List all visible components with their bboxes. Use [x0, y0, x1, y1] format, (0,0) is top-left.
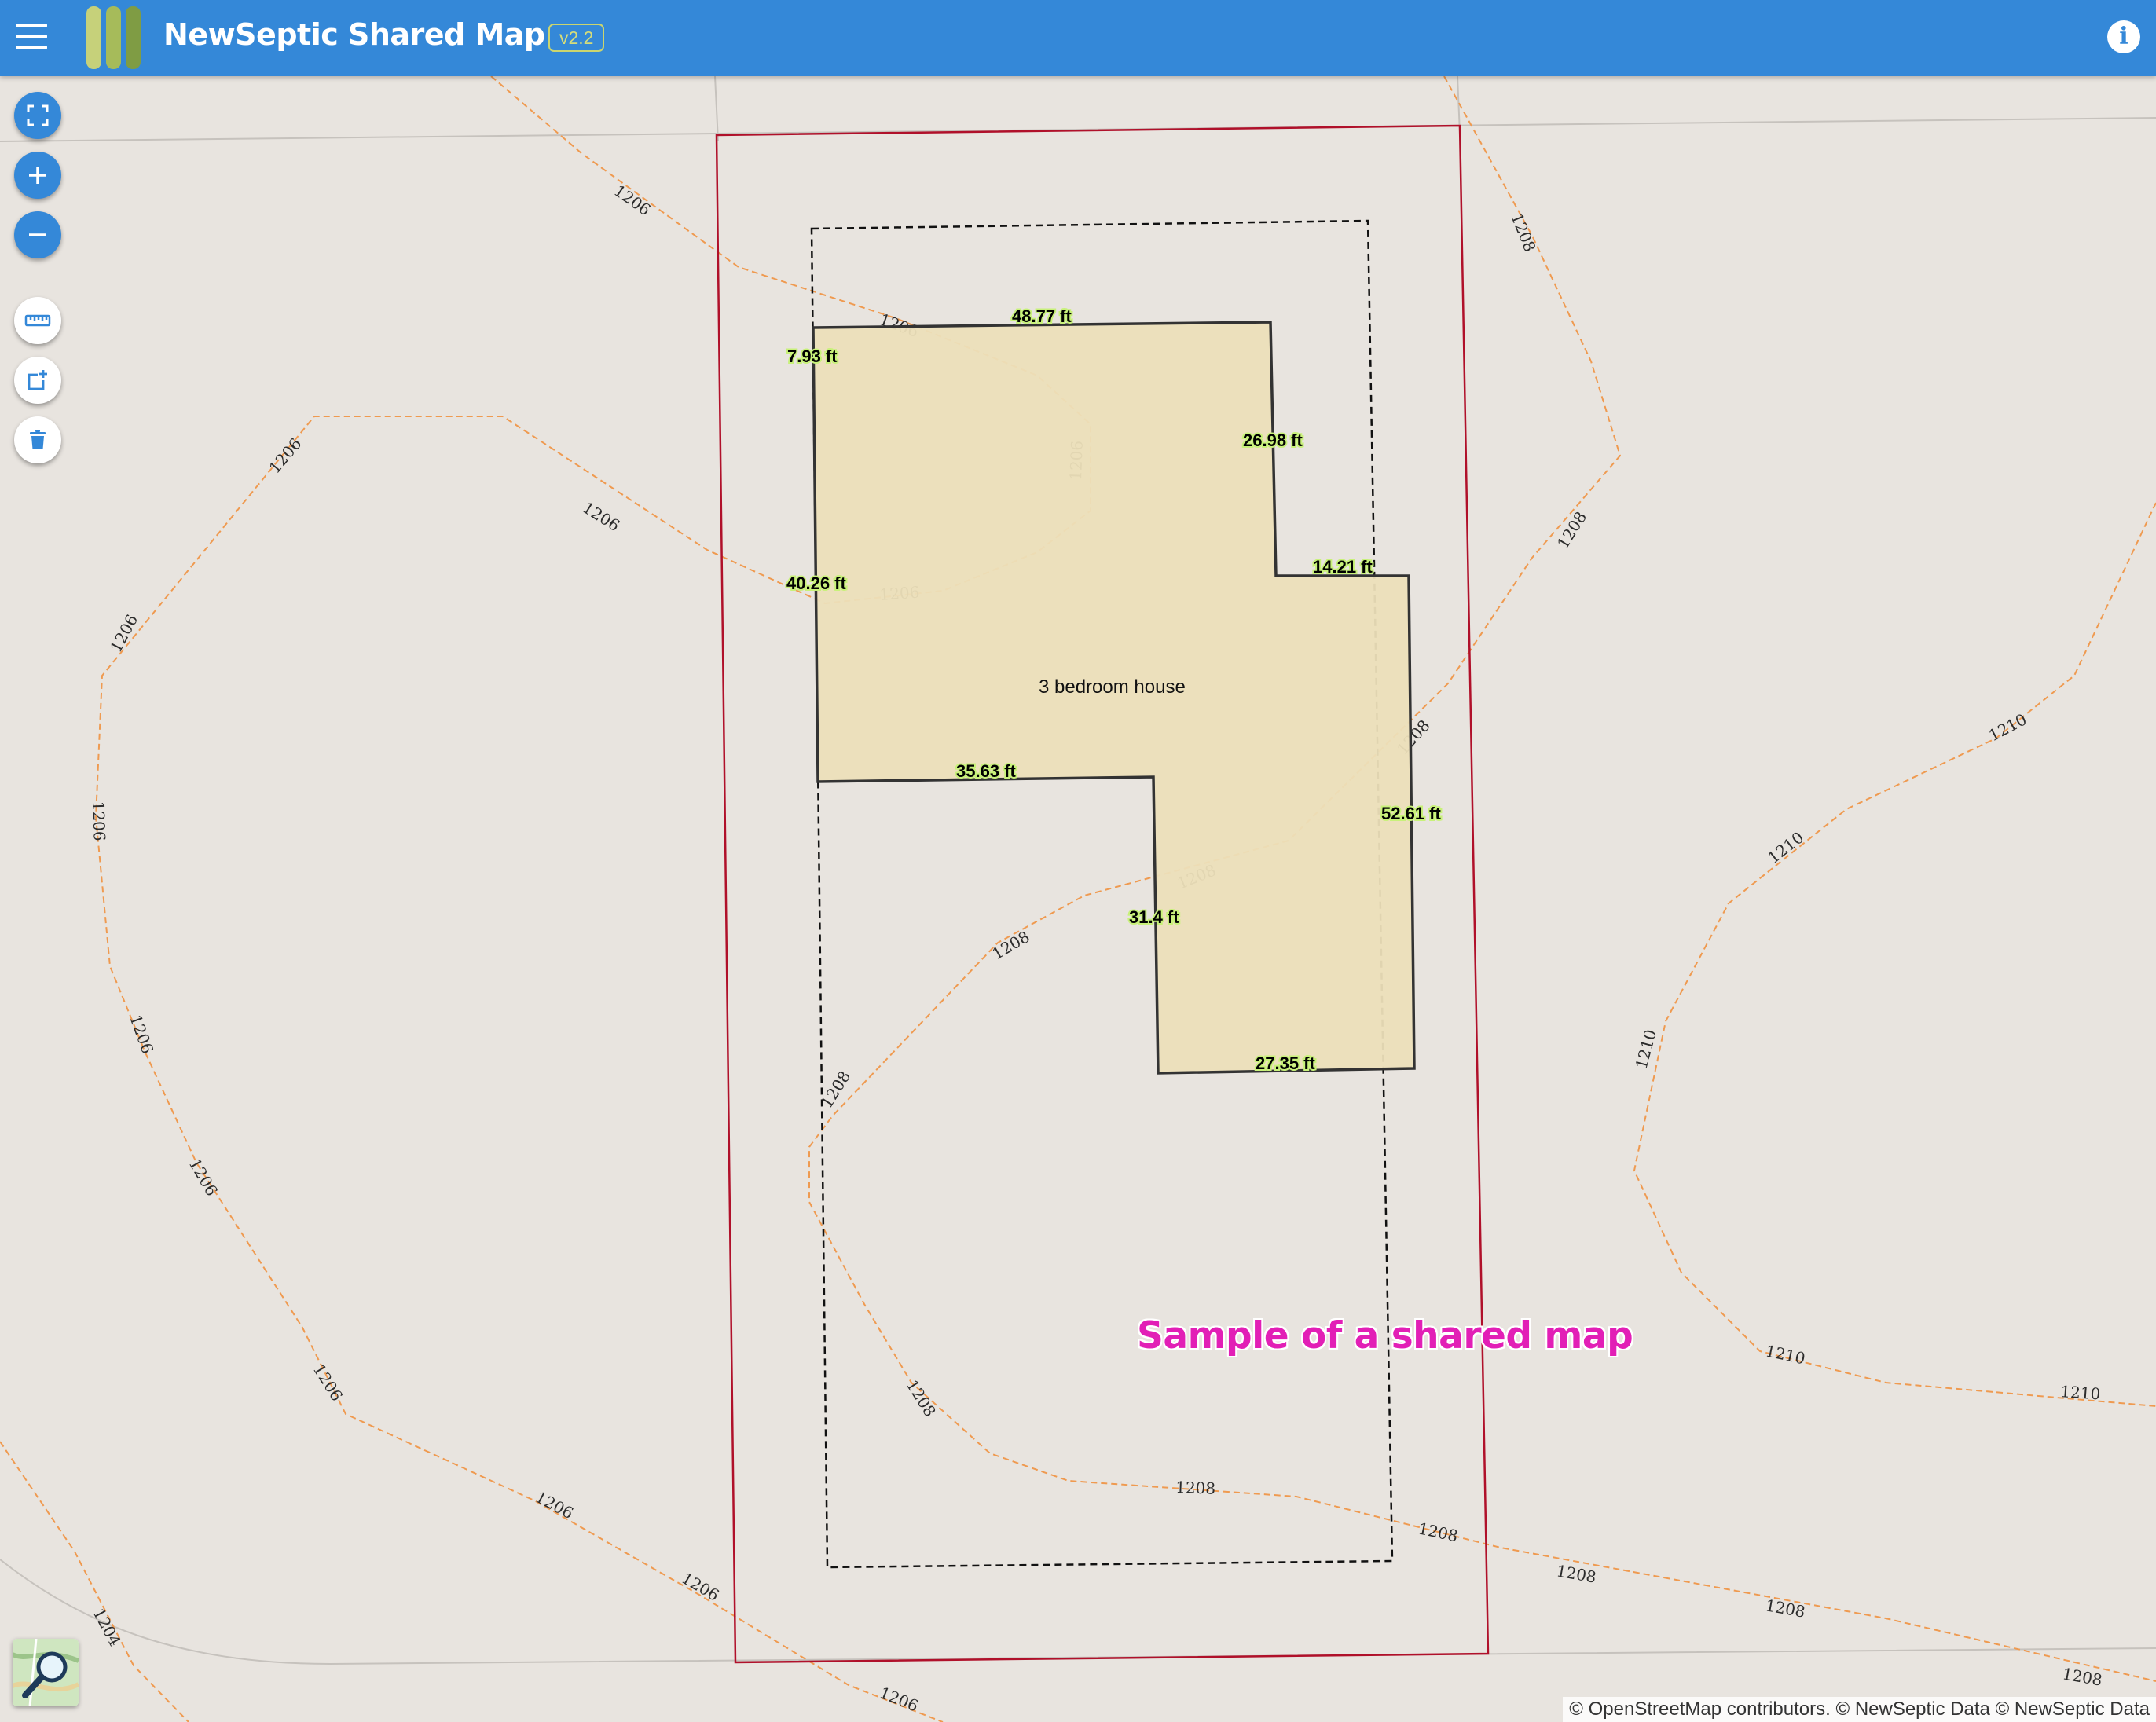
contour-label: 1206 [106, 611, 141, 655]
contour-label: 1206 [126, 1013, 157, 1057]
measurement-label: 48.77 ft [1012, 306, 1072, 326]
attribution-rest: © NewSeptic Data © NewSeptic Data [1830, 1698, 2150, 1720]
measurement-label: 14.21 ft [1313, 557, 1373, 577]
contour-label: 1206 [533, 1487, 577, 1522]
contour-label: 1210 [1632, 1028, 1660, 1071]
contour-label: 1208 [1175, 1478, 1216, 1498]
layer-toggle-button[interactable] [13, 1639, 79, 1706]
road-lines [0, 75, 2156, 1665]
contour-label: 1206 [877, 1683, 921, 1715]
minus-icon [29, 233, 46, 236]
measurement-label: 26.98 ft [1243, 430, 1303, 450]
zoom-out-button[interactable] [14, 211, 61, 258]
plus-icon [29, 167, 46, 184]
version-badge: v2.2 [548, 24, 605, 52]
measurement-label: 31.4 ft [1129, 907, 1179, 927]
contour-label: 1210 [1764, 1341, 1807, 1368]
measurement-label: 35.63 ft [956, 761, 1016, 781]
map-search-icon [13, 1639, 79, 1706]
contour-label: 1206 [265, 434, 305, 477]
contour-label: 1210 [1764, 828, 1807, 867]
contour-label: 1208 [1764, 1596, 1806, 1621]
house-label: 3 bedroom house [1039, 676, 1186, 698]
measurement-label: 7.93 ft [787, 346, 838, 366]
contour-label: 1204 [90, 1605, 125, 1649]
add-shape-icon [28, 370, 47, 390]
osm-link[interactable]: OpenStreetMap [1589, 1698, 1722, 1720]
fullscreen-button[interactable] [14, 92, 61, 139]
info-icon[interactable]: i [2107, 20, 2140, 53]
contour-label: 1206 [579, 498, 623, 535]
attribution-osm-suffix: contributors. [1722, 1698, 1831, 1720]
contour-label: 1206 [679, 1569, 723, 1605]
contour-label: 1206 [310, 1361, 346, 1405]
contour-label: 1210 [2060, 1382, 2101, 1403]
contour-label: 1208 [1417, 1519, 1460, 1545]
fullscreen-icon [27, 104, 49, 126]
contour-label: 1208 [1555, 1561, 1597, 1586]
contour-label: 1208 [1553, 508, 1590, 552]
measurement-label: 27.35 ft [1256, 1053, 1315, 1073]
contour-label: 1208 [1507, 211, 1539, 255]
contour-label: 1210 [1986, 709, 2030, 745]
app-logo [86, 6, 141, 69]
map-canvas[interactable]: 1206 1206 1206 1206 1206 1206 1206 1206 … [0, 0, 2156, 1722]
zoom-in-button[interactable] [14, 152, 61, 199]
measure-button[interactable] [14, 297, 61, 344]
contour-label: 1206 [89, 801, 109, 841]
contour-label: 1208 [903, 1376, 940, 1420]
map-attribution: © OpenStreetMap contributors. © NewSepti… [1563, 1697, 2156, 1722]
hamburger-menu-icon[interactable] [16, 24, 47, 52]
ruler-icon [24, 314, 51, 327]
measurement-label: 52.61 ft [1381, 804, 1441, 823]
trash-icon [30, 430, 46, 449]
house-footprint[interactable] [812, 321, 1416, 1075]
contour-label: 1206 [610, 181, 654, 219]
attribution-prefix: © [1569, 1698, 1589, 1720]
app-title: NewSeptic Shared Map [163, 17, 545, 52]
measurement-label: 40.26 ft [786, 573, 846, 593]
delete-button[interactable] [14, 416, 61, 463]
app-header: NewSeptic Shared Map v2.2 i [0, 0, 2156, 76]
sample-watermark: Sample of a shared map [1137, 1314, 1634, 1357]
contour-label: 1208 [989, 927, 1033, 963]
add-shape-button[interactable] [14, 357, 61, 404]
contour-label: 1206 [185, 1156, 222, 1200]
